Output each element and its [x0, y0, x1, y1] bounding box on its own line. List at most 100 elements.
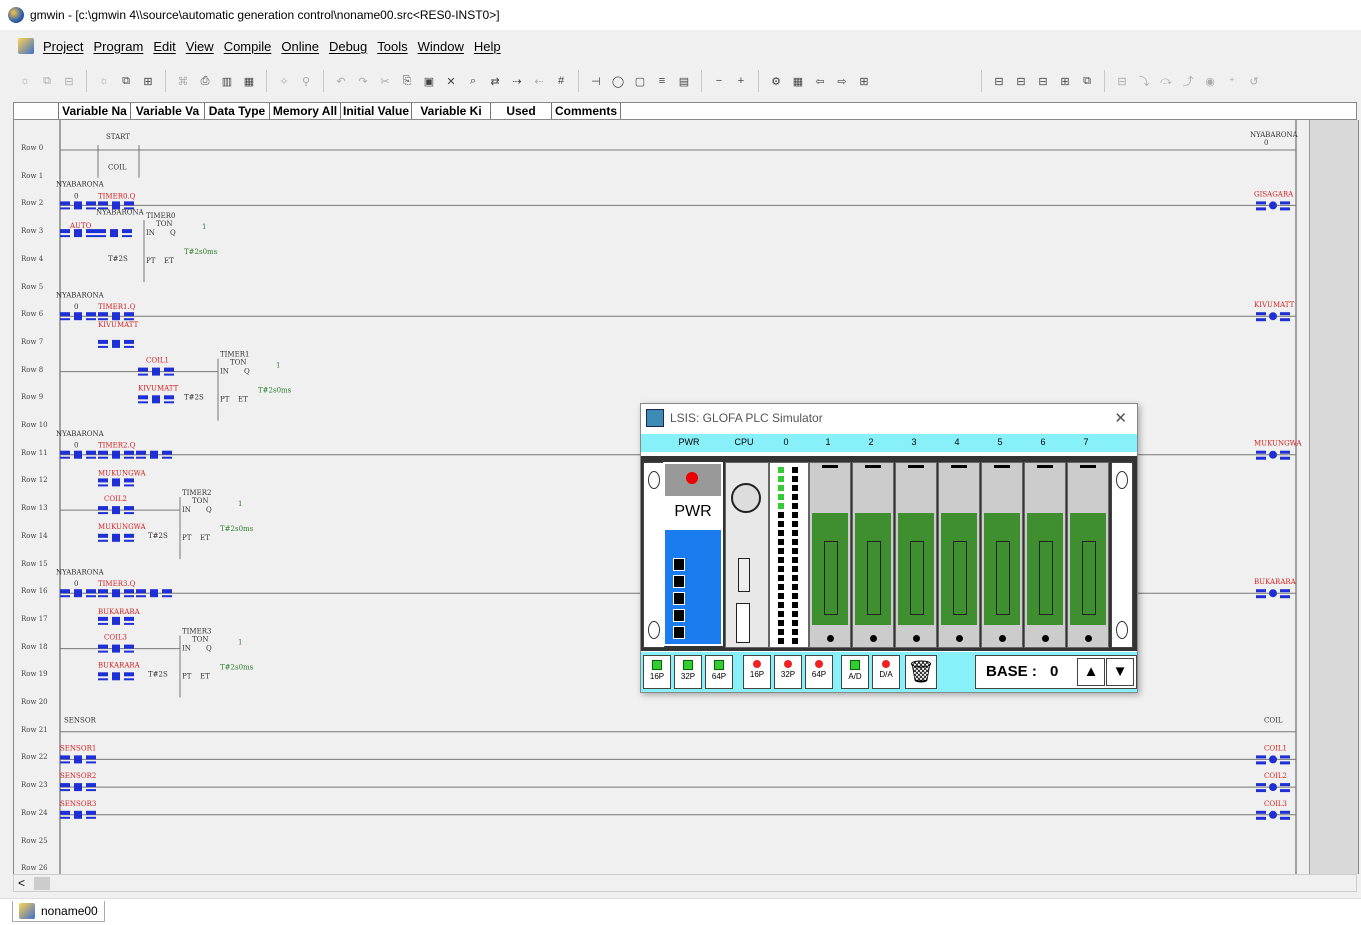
io-module-slot-0[interactable] [769, 462, 809, 648]
step-icon[interactable]: ⊟ [1114, 73, 1130, 89]
plc-simulator-window[interactable]: LSIS: GLOFA PLC Simulator ✕ PWR CPU 0 1 … [640, 403, 1138, 693]
copy-icon[interactable]: ⎘ [399, 73, 415, 89]
tab-noname00[interactable]: noname00 [12, 901, 105, 922]
find-icon[interactable]: ⌕ [465, 73, 481, 89]
module-slot-5[interactable] [981, 462, 1023, 648]
header-col-data-type[interactable]: Data Type [205, 103, 270, 119]
trash-icon[interactable]: 🗑 [905, 655, 937, 689]
header-col-memory-alloc[interactable]: Memory All [270, 103, 341, 119]
module-button-32p-output[interactable]: 32P [774, 655, 802, 689]
split-horizontal-icon[interactable]: ⊟ [1035, 73, 1051, 89]
menu-program[interactable]: Program [88, 39, 148, 54]
cascade-icon[interactable]: ⧉ [1079, 73, 1095, 89]
counter-icon[interactable]: ⁺ [1224, 73, 1240, 89]
menu-help[interactable]: Help [469, 39, 506, 54]
database-icon[interactable]: ▦ [241, 73, 257, 89]
coil-icon[interactable]: ◯ [610, 73, 626, 89]
renumber-icon[interactable]: # [553, 73, 569, 89]
id-icon[interactable]: ≡ [654, 73, 670, 89]
simulator-titlebar[interactable]: LSIS: GLOFA PLC Simulator ✕ [641, 404, 1137, 432]
zoom-in-icon[interactable]: + [733, 73, 749, 89]
network-run-icon[interactable]: ⧉ [118, 73, 134, 89]
contact-coil2 [98, 506, 108, 511]
menu-debug[interactable]: Debug [324, 39, 372, 54]
close-icon[interactable]: ✕ [1114, 409, 1127, 427]
header-col-variable-value[interactable]: Variable Va [131, 103, 205, 119]
block-icon[interactable]: ▤ [676, 73, 692, 89]
menu-online[interactable]: Online [276, 39, 324, 54]
header-col-variable-kind[interactable]: Variable Ki [412, 103, 491, 119]
calendar-icon[interactable]: ▦ [790, 73, 806, 89]
monitor-icon[interactable]: ⊞ [140, 73, 156, 89]
base-down-button[interactable]: ▼ [1106, 658, 1134, 686]
tile-horizontal-icon[interactable]: ⊟ [991, 73, 1007, 89]
module-slot-4[interactable] [938, 462, 980, 648]
redo-icon[interactable]: ↷ [355, 73, 371, 89]
step-into-icon[interactable]: ⤵ [1136, 73, 1152, 89]
scroll-left-icon[interactable]: < [18, 876, 25, 890]
module-slot-2[interactable] [852, 462, 894, 648]
delete-icon[interactable]: ✕ [443, 73, 459, 89]
module-button-ad[interactable]: A/D [841, 655, 869, 689]
module-button-32p-input[interactable]: 32P [674, 655, 702, 689]
disconnect-icon[interactable]: ⊟ [61, 73, 77, 89]
power-module[interactable]: PWR [663, 462, 723, 646]
cut-icon[interactable]: ✂ [377, 73, 393, 89]
scroll-thumb[interactable] [34, 877, 50, 890]
module-button-16p-output[interactable]: 16P [743, 655, 771, 689]
contact-sensor3 [60, 816, 70, 819]
step-out-icon[interactable]: ⤴ [1180, 73, 1196, 89]
module-button-16p-input[interactable]: 16P [643, 655, 671, 689]
module-slot-7[interactable] [1067, 462, 1109, 648]
menu-project[interactable]: Project [38, 39, 88, 54]
contact-nyabarona [110, 229, 118, 238]
arrow-left-icon[interactable]: ⇦ [812, 73, 828, 89]
library-icon[interactable]: ▥ [219, 73, 235, 89]
function-icon[interactable]: ▢ [632, 73, 648, 89]
module-button-da[interactable]: D/A [872, 655, 900, 689]
contact-icon[interactable]: ⊣ [588, 73, 604, 89]
arrow-right-icon[interactable]: ⇨ [834, 73, 850, 89]
module-dot [1042, 635, 1049, 642]
replace-icon[interactable]: ⇄ [487, 73, 503, 89]
reset-icon[interactable]: ↺ [1246, 73, 1262, 89]
find-prev-icon[interactable]: ⇠ [531, 73, 547, 89]
cpu-module[interactable] [725, 462, 769, 648]
split-vertical-icon[interactable]: ⊞ [1057, 73, 1073, 89]
wand-icon[interactable]: ⚲ [298, 73, 314, 89]
base-up-button[interactable]: ▲ [1077, 658, 1105, 686]
print-icon[interactable]: ⎙ [197, 73, 213, 89]
tool-icon[interactable]: ✧ [276, 73, 292, 89]
module-slot-3[interactable] [895, 462, 937, 648]
menu-tools[interactable]: Tools [372, 39, 412, 54]
mount-hole [1116, 621, 1128, 639]
step-over-icon[interactable]: ⤼ [1158, 73, 1174, 89]
module-button-64p-input[interactable]: 64P [705, 655, 733, 689]
variable-icon[interactable]: ⌘ [175, 73, 191, 89]
undo-icon[interactable]: ↶ [333, 73, 349, 89]
project-icon[interactable] [18, 38, 34, 54]
settings-icon[interactable]: ⚙ [768, 73, 784, 89]
menu-view[interactable]: View [181, 39, 219, 54]
menu-edit[interactable]: Edit [148, 39, 180, 54]
menu-compile[interactable]: Compile [219, 39, 277, 54]
header-col-comments[interactable]: Comments [552, 103, 621, 119]
header-col-used[interactable]: Used [491, 103, 552, 119]
connect-icon[interactable]: ☼ [17, 73, 33, 89]
breakpoint-icon[interactable]: ◉ [1202, 73, 1218, 89]
grid-icon[interactable]: ⊞ [856, 73, 872, 89]
run-icon[interactable]: ☼ [96, 73, 112, 89]
mode-switch-dial[interactable] [731, 483, 761, 513]
paste-icon[interactable]: ▣ [421, 73, 437, 89]
tile-vertical-icon[interactable]: ⊟ [1013, 73, 1029, 89]
zoom-out-icon[interactable]: − [711, 73, 727, 89]
horizontal-scrollbar[interactable]: < [13, 874, 1357, 892]
header-col-variable-name[interactable]: Variable Na [59, 103, 131, 119]
header-col-initial-value[interactable]: Initial Value [341, 103, 412, 119]
module-slot-1[interactable] [809, 462, 851, 648]
module-button-64p-output[interactable]: 64P [805, 655, 833, 689]
module-slot-6[interactable] [1024, 462, 1066, 648]
menu-window[interactable]: Window [413, 39, 469, 54]
find-next-icon[interactable]: ⇢ [509, 73, 525, 89]
network-icon[interactable]: ⧉ [39, 73, 55, 89]
